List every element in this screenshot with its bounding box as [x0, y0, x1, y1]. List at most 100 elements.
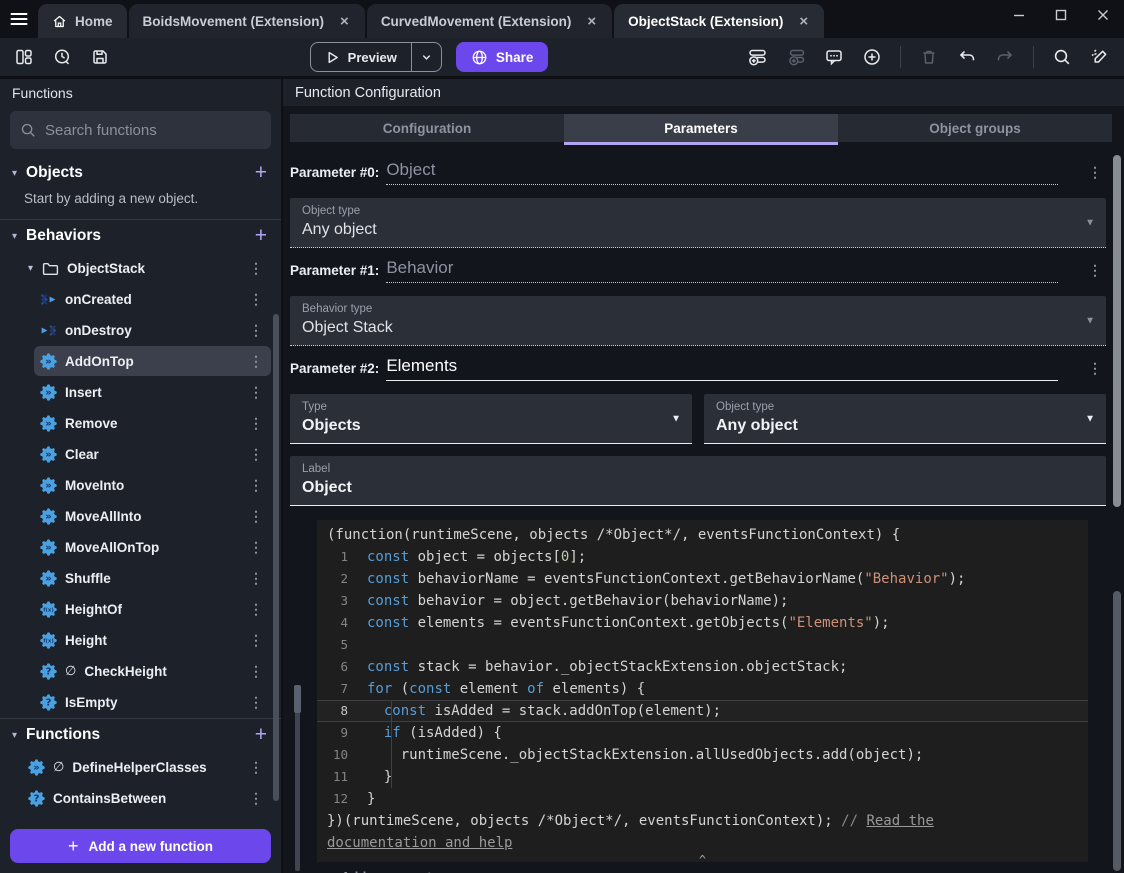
- type-field[interactable]: Type Objects ▼: [290, 394, 692, 444]
- edit-wand-icon[interactable]: [1088, 45, 1112, 69]
- sidebar-item-moveallinto[interactable]: » MoveAllInto ⋮: [34, 501, 271, 531]
- code-editor[interactable]: (function(runtimeScene, objects /*Object…: [317, 520, 1088, 862]
- tab-object-groups[interactable]: Object groups: [838, 114, 1112, 142]
- action-icon: »: [40, 352, 57, 370]
- redo-icon[interactable]: [993, 45, 1017, 69]
- kebab-menu-icon[interactable]: ⋮: [1084, 164, 1106, 185]
- fold-chevron-icon[interactable]: ^: [317, 854, 1088, 862]
- kebab-menu-icon[interactable]: ⋮: [245, 663, 267, 680]
- kebab-menu-icon[interactable]: ⋮: [1084, 360, 1106, 381]
- editor-left-scrollbar-thumb[interactable]: [294, 685, 301, 713]
- sidebar-item-checkheight[interactable]: ? ∅ CheckHeight ⋮: [34, 656, 271, 686]
- tab-home[interactable]: Home: [38, 4, 127, 38]
- code-line-7: 7 for (const element of elements) {: [317, 678, 1088, 700]
- share-button[interactable]: Share: [455, 42, 549, 72]
- add-plus-icon[interactable]: +: [255, 162, 267, 183]
- field-value: Object: [302, 479, 352, 496]
- section-objects[interactable]: ▾ Objects +: [0, 157, 281, 189]
- hamburger-menu-icon[interactable]: [0, 0, 38, 38]
- preview-dropdown-button[interactable]: [410, 43, 441, 71]
- add-plus-icon[interactable]: +: [255, 724, 267, 745]
- sidebar-item-isempty[interactable]: ? IsEmpty ⋮: [34, 687, 271, 717]
- history-clock-icon[interactable]: [50, 45, 74, 69]
- sidebar-item-ondestroy[interactable]: onDestroy ⋮: [34, 315, 271, 345]
- minimize-button-icon[interactable]: [998, 0, 1040, 30]
- kebab-menu-icon[interactable]: ⋮: [245, 694, 267, 711]
- kebab-menu-icon[interactable]: ⋮: [1084, 262, 1106, 283]
- undo-icon[interactable]: [955, 45, 979, 69]
- sidebar-item-height[interactable]: f(x) Height ⋮: [34, 625, 271, 655]
- tab-objectstack-extension[interactable]: ObjectStack (Extension) ×: [614, 4, 825, 38]
- kebab-menu-icon[interactable]: ⋮: [245, 632, 267, 649]
- kebab-menu-icon[interactable]: ⋮: [245, 291, 267, 308]
- trash-icon[interactable]: [917, 45, 941, 69]
- tab-configuration[interactable]: Configuration: [290, 114, 564, 142]
- kebab-menu-icon[interactable]: ⋮: [245, 790, 267, 807]
- section-behaviors[interactable]: ▾ Behaviors +: [0, 220, 281, 252]
- object-type-field[interactable]: Object type Any object ▼: [290, 198, 1106, 248]
- kebab-menu-icon[interactable]: ⋮: [245, 759, 267, 776]
- kebab-menu-icon[interactable]: ⋮: [245, 539, 267, 556]
- sidebar-item-shuffle[interactable]: » Shuffle ⋮: [34, 563, 271, 593]
- add-comment-icon[interactable]: [822, 45, 846, 69]
- sidebar-item-remove[interactable]: » Remove ⋮: [34, 408, 271, 438]
- search-input[interactable]: [45, 121, 261, 139]
- sidebar-item-definehelperclasses[interactable]: » ∅ DefineHelperClasses ⋮: [22, 752, 271, 782]
- sidebar-title: Functions: [12, 85, 73, 101]
- documentation-link[interactable]: documentation and help: [327, 835, 512, 851]
- add-new-function-button[interactable]: + Add a new function: [10, 829, 271, 863]
- tab-close-icon[interactable]: ×: [338, 13, 351, 30]
- kebab-menu-icon[interactable]: ⋮: [245, 508, 267, 525]
- behavior-type-field[interactable]: Behavior type Object Stack ▼: [290, 296, 1106, 346]
- code-line-12: 12}: [317, 788, 1088, 810]
- preview-button[interactable]: Preview: [311, 43, 411, 71]
- sidebar-item-containsbetween[interactable]: ? ContainsBetween ⋮: [22, 783, 271, 813]
- editor-left-scrollbar[interactable]: [295, 687, 300, 871]
- kebab-menu-icon[interactable]: ⋮: [245, 446, 267, 463]
- tab-label: BoidsMovement (Extension): [142, 13, 325, 29]
- sidebar-item-moveallontop[interactable]: » MoveAllOnTop ⋮: [34, 532, 271, 562]
- close-button-icon[interactable]: [1082, 0, 1124, 30]
- chevron-down-icon: ▾: [12, 167, 18, 179]
- tab-boidsmovement-extension[interactable]: BoidsMovement (Extension) ×: [128, 4, 365, 38]
- search-box[interactable]: [10, 111, 271, 149]
- editor-scrollbar[interactable]: [1113, 591, 1121, 871]
- parameter-name-field[interactable]: Elements: [386, 356, 1058, 381]
- maximize-button-icon[interactable]: [1040, 0, 1082, 30]
- sidebar-item-clear[interactable]: » Clear ⋮: [34, 439, 271, 469]
- object-type-field[interactable]: Object type Any object ▼: [704, 394, 1106, 444]
- kebab-menu-icon[interactable]: ⋮: [245, 353, 267, 370]
- add-subevent-icon[interactable]: [784, 45, 808, 69]
- sidebar-item-objectstack[interactable]: ▾ ObjectStack ⋮: [22, 253, 271, 283]
- parameter-name-field[interactable]: Behavior: [386, 258, 1058, 283]
- section-functions[interactable]: ▾ Functions +: [0, 719, 281, 751]
- sidebar-item-addontop[interactable]: » AddOnTop ⋮: [34, 346, 271, 376]
- add-plus-icon[interactable]: +: [255, 225, 267, 246]
- kebab-menu-icon[interactable]: ⋮: [245, 570, 267, 587]
- sidebar-item-oncreated[interactable]: onCreated ⋮: [34, 284, 271, 314]
- kebab-menu-icon[interactable]: ⋮: [245, 260, 267, 277]
- field-label: Object type: [302, 205, 361, 217]
- save-floppy-icon[interactable]: [88, 45, 112, 69]
- parameters-scrollbar[interactable]: [1113, 155, 1121, 507]
- add-event-icon[interactable]: [746, 45, 770, 69]
- documentation-link[interactable]: Read the: [866, 813, 933, 829]
- kebab-menu-icon[interactable]: ⋮: [245, 384, 267, 401]
- sidebar-scrollbar[interactable]: [273, 314, 279, 801]
- sidebar-item-moveinto[interactable]: » MoveInto ⋮: [34, 470, 271, 500]
- kebab-menu-icon[interactable]: ⋮: [245, 415, 267, 432]
- sidebar-item-heightof[interactable]: f(x) HeightOf ⋮: [34, 594, 271, 624]
- layout-panels-icon[interactable]: [12, 45, 36, 69]
- tab-curvedmovement-extension[interactable]: CurvedMovement (Extension) ×: [366, 4, 613, 38]
- parameter-name-field[interactable]: Object: [386, 160, 1058, 185]
- kebab-menu-icon[interactable]: ⋮: [245, 322, 267, 339]
- kebab-menu-icon[interactable]: ⋮: [245, 477, 267, 494]
- kebab-menu-icon[interactable]: ⋮: [245, 601, 267, 618]
- tab-close-icon[interactable]: ×: [585, 13, 598, 30]
- add-circle-icon[interactable]: [860, 45, 884, 69]
- label-field[interactable]: Label Object: [290, 456, 1106, 506]
- sidebar-item-insert[interactable]: » Insert ⋮: [34, 377, 271, 407]
- tab-parameters[interactable]: Parameters: [564, 114, 838, 145]
- search-icon[interactable]: [1050, 45, 1074, 69]
- tab-close-icon[interactable]: ×: [797, 13, 810, 30]
